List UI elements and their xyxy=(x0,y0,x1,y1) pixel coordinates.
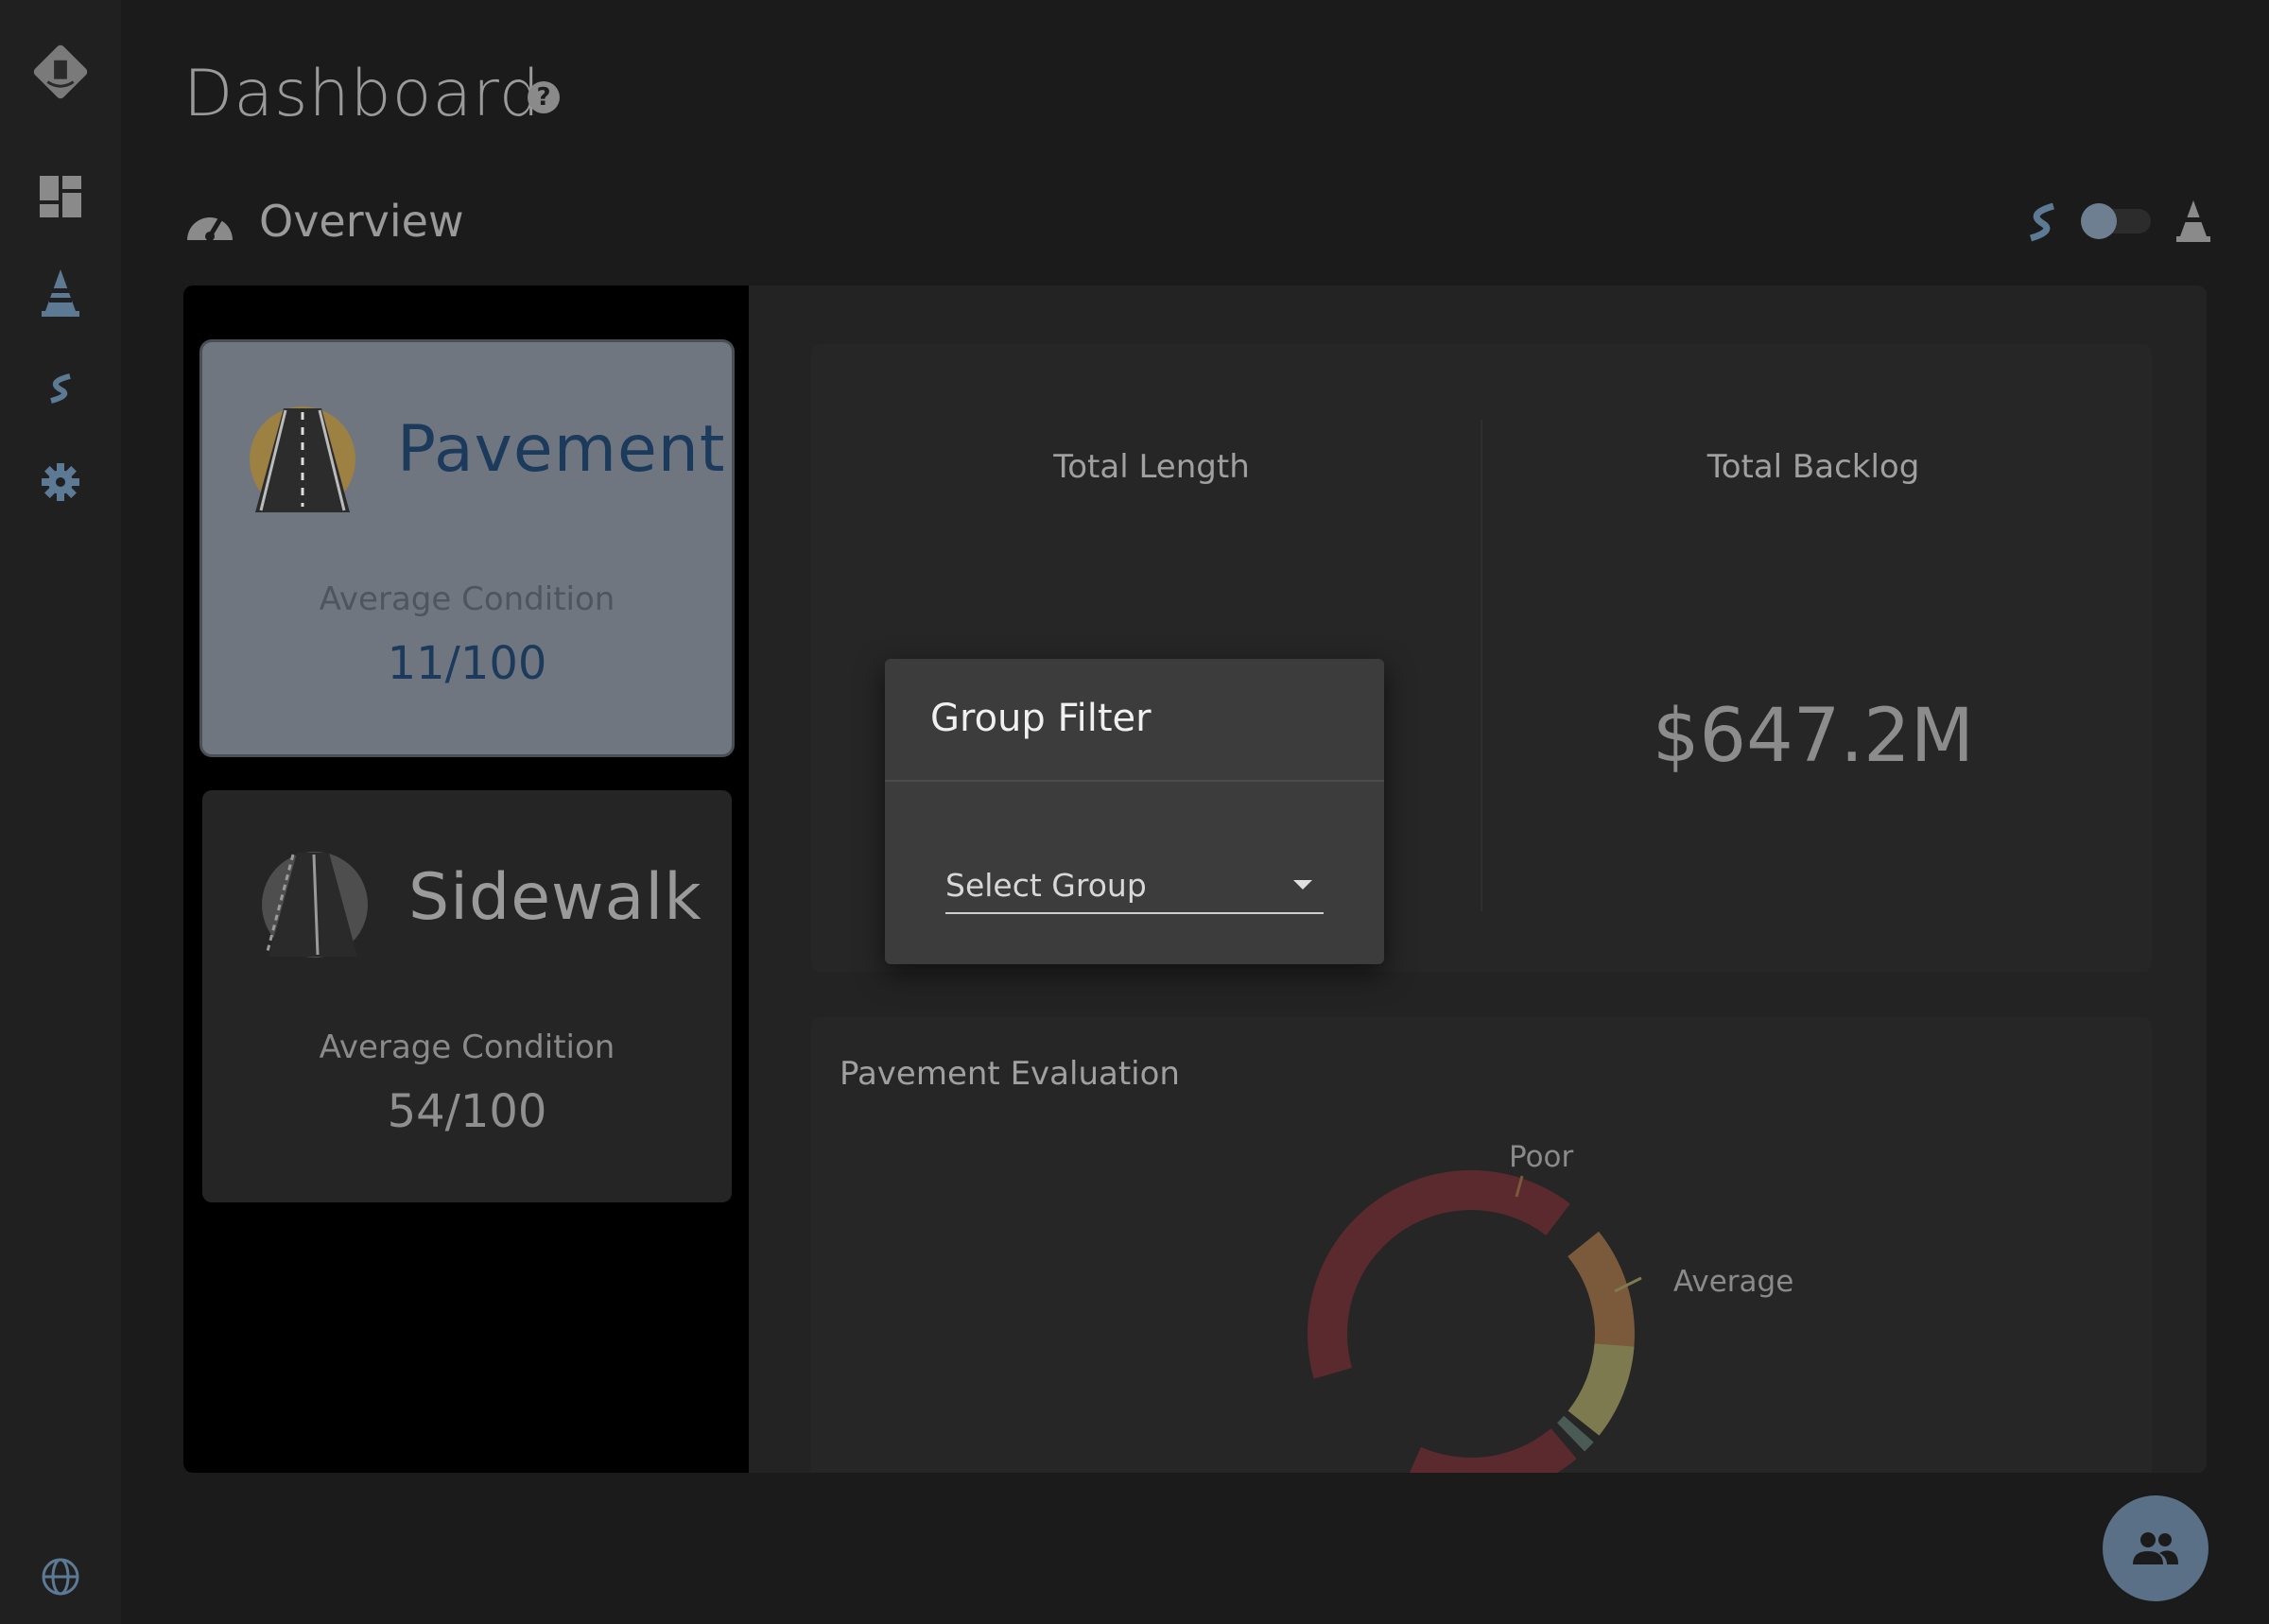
pavement-condition-label: Average Condition xyxy=(319,580,615,618)
total-backlog-label: Total Backlog xyxy=(1706,448,1920,486)
overview-label: Overview xyxy=(259,196,464,247)
speedometer-icon xyxy=(187,216,233,241)
asset-toggle-switch[interactable] xyxy=(2081,203,2151,239)
gear-icon[interactable] xyxy=(30,452,91,512)
traffic-cone-icon xyxy=(2176,200,2210,242)
average-label: Average xyxy=(1673,1265,1794,1299)
page-title: Dashboard xyxy=(183,57,541,131)
sidewalk-card[interactable]: Sidewalk Average Condition 54/100 xyxy=(202,790,732,1202)
sidewalk-icon xyxy=(262,852,368,958)
pavement-evaluation-title: Pavement Evaluation xyxy=(840,1055,1180,1093)
dashboard-icon[interactable] xyxy=(30,166,91,227)
sidewalk-condition-value: 54/100 xyxy=(387,1085,547,1138)
evaluation-donut-chart xyxy=(1308,1170,1642,1473)
road-icon xyxy=(2029,202,2055,242)
asset-list: Pavement Average Condition 11/100 Sidewa… xyxy=(183,285,749,1473)
group-filter-button[interactable] xyxy=(2103,1495,2208,1601)
pavement-card[interactable]: Pavement Average Condition 11/100 xyxy=(202,342,732,754)
dialog-divider xyxy=(885,780,1384,782)
globe-icon[interactable] xyxy=(30,1546,91,1607)
city-logo-icon[interactable] xyxy=(30,42,91,102)
stats-divider xyxy=(1481,420,1482,911)
traffic-cone-icon[interactable] xyxy=(30,263,91,323)
overview-header: Overview xyxy=(183,193,464,250)
chevron-down-icon xyxy=(1293,880,1312,890)
total-backlog-value: $647.2M xyxy=(1652,694,1975,779)
dialog-title: Group Filter xyxy=(930,697,1152,740)
sidewalk-title: Sidewalk xyxy=(408,860,702,935)
road-icon[interactable] xyxy=(30,357,91,418)
toggle-knob xyxy=(2081,203,2117,239)
poor-label: Poor xyxy=(1509,1140,1574,1174)
sidewalk-condition-label: Average Condition xyxy=(319,1028,615,1066)
sidebar xyxy=(0,0,121,1624)
group-filter-dialog: Group Filter Select Group xyxy=(885,659,1384,964)
pavement-road-icon xyxy=(250,406,355,512)
pavement-evaluation-card: Pavement Evaluation Poor Average xyxy=(811,1017,2152,1473)
pavement-condition-value: 11/100 xyxy=(387,637,547,690)
select-group-dropdown[interactable]: Select Group xyxy=(945,861,1324,914)
pavement-title: Pavement xyxy=(397,412,726,487)
people-icon xyxy=(2133,1532,2178,1564)
total-length-label: Total Length xyxy=(1053,448,1250,486)
asset-type-toggle xyxy=(2023,193,2212,250)
select-group-placeholder: Select Group xyxy=(945,867,1147,904)
help-icon[interactable]: ? xyxy=(528,81,560,113)
